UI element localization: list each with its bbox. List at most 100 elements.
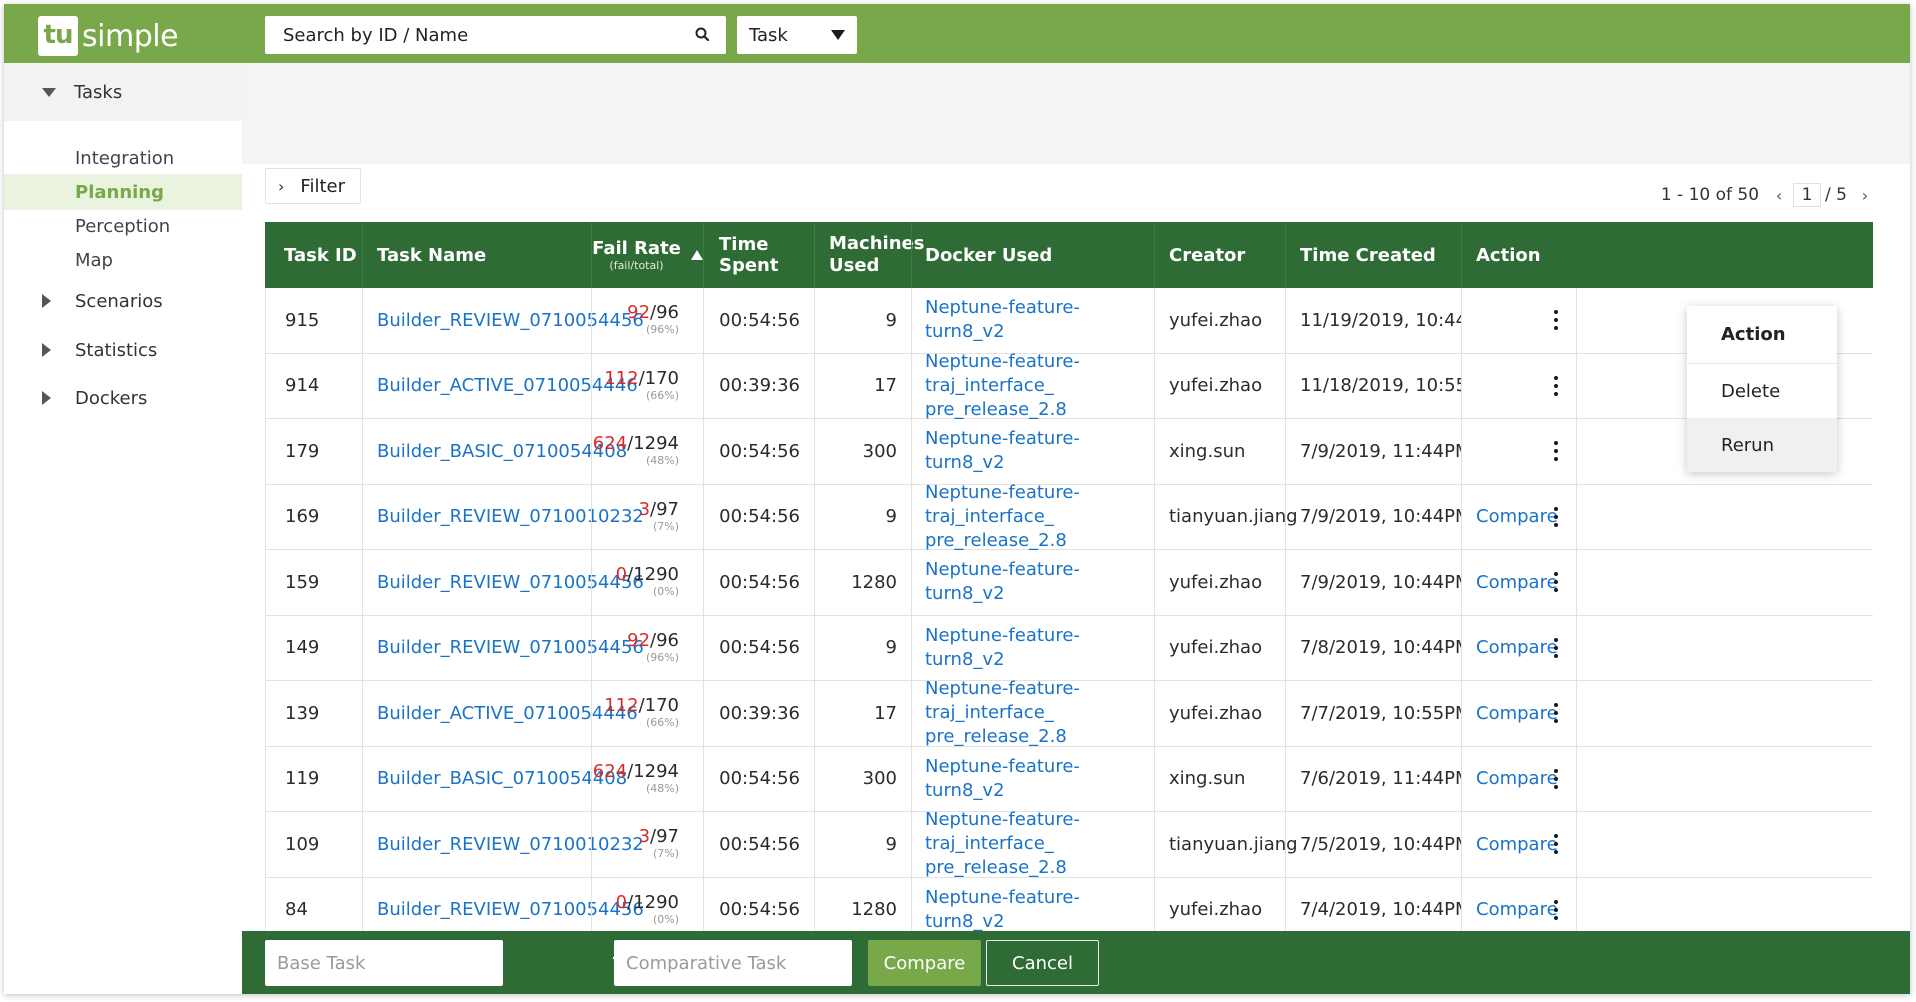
fail-percent: (7%) [652, 519, 679, 533]
fail-percent: (0%) [652, 912, 679, 926]
cell-time-spent: 00:54:56 [703, 419, 814, 484]
docker-link[interactable]: Neptune-feature-traj_interface_ pre_relea… [925, 808, 1154, 880]
type-select[interactable]: Task [737, 16, 857, 54]
table-row[interactable]: 139 Builder_ACTIVE_0710054446 112/170 (66%)… [265, 678, 1873, 747]
cell-time-spent: 00:54:56 [703, 288, 814, 353]
kebab-icon[interactable] [1554, 703, 1558, 724]
table-row[interactable]: 169 Builder_REVIEW_0710010232 3/97 (7%) 00:5… [265, 482, 1873, 551]
creator: yufei.zhao [1169, 899, 1263, 921]
total-count: /1294 [627, 433, 679, 455]
cell-fail-rate: 3/97 (7%) [591, 812, 703, 877]
docker-link[interactable]: Neptune-feature-turn8_v2 [925, 558, 1154, 606]
cell-docker: Neptune-feature-turn8_v2 [911, 288, 1154, 353]
compare-link[interactable]: Compare [1476, 768, 1558, 789]
chevron-right-icon[interactable]: › [1857, 186, 1873, 205]
col-fail-rate[interactable]: Fail Rate (fail/total) [591, 222, 703, 288]
cell-time-spent: 00:54:56 [703, 812, 814, 877]
table-row[interactable]: 179 Builder_BASIC_0710054408 624/1294 (48%)… [265, 419, 1873, 485]
cancel-button[interactable]: Cancel [986, 940, 1099, 986]
compare-link[interactable]: Compare [1476, 637, 1558, 658]
sidebar-item-perception[interactable]: Perception [4, 208, 242, 244]
compare-link[interactable]: Compare [1476, 703, 1558, 724]
task-id: 139 [285, 702, 320, 724]
creator: yufei.zhao [1169, 309, 1263, 331]
kebab-icon[interactable] [1554, 768, 1558, 789]
table-row[interactable]: 149 Builder_REVIEW_0710054456 92/96 (96%) 00… [265, 615, 1873, 681]
kebab-icon[interactable] [1554, 441, 1558, 462]
kebab-icon[interactable] [1554, 506, 1558, 527]
cell-fail-rate: 0/1290 (0%) [591, 550, 703, 615]
time-created: 7/9/2019, 10:44PM [1300, 571, 1461, 593]
total-count: /1290 [627, 891, 679, 913]
table-row[interactable]: 914 Builder_ACTIVE_0710054446 112/170 (66%)… [265, 351, 1873, 420]
search-input[interactable]: Search by ID / Name [265, 16, 726, 54]
time-spent: 00:54:56 [719, 899, 800, 921]
compare-link[interactable]: Compare [1476, 506, 1558, 527]
compare-link[interactable]: Compare [1476, 899, 1558, 920]
sidebar-group-tasks[interactable]: Tasks [4, 63, 242, 121]
action-menu-delete[interactable]: Delete [1687, 364, 1837, 418]
total-count: /170 [638, 367, 679, 389]
caret-right-icon [42, 294, 51, 308]
cell-action: Compare [1461, 484, 1577, 549]
table-row[interactable]: 109 Builder_REVIEW_0710010232 3/97 (7%) 00:5… [265, 809, 1873, 878]
docker-link[interactable]: Neptune-feature-turn8_v2 [925, 624, 1154, 672]
logo[interactable]: tu simple [38, 16, 179, 56]
col-creator[interactable]: Creator [1154, 222, 1285, 288]
col-machines-used[interactable]: Machines Used [814, 222, 924, 288]
cell-machines: 9 [814, 812, 911, 877]
kebab-icon[interactable] [1554, 899, 1558, 920]
cell-time-spent: 00:39:36 [703, 353, 814, 418]
kebab-icon[interactable] [1554, 375, 1558, 396]
table-row[interactable]: 915 Builder_REVIEW_0710054456 92/96 (96%) 00… [265, 288, 1873, 354]
fail-rate: 624/1294 (48%) [592, 434, 703, 468]
cell-action [1461, 288, 1577, 353]
chevron-left-icon[interactable]: ‹ [1771, 186, 1787, 205]
action-menu-rerun[interactable]: Rerun [1687, 418, 1837, 472]
search-icon[interactable] [694, 26, 712, 44]
task-id: 159 [285, 571, 320, 593]
docker-link[interactable]: Neptune-feature-turn8_v2 [925, 886, 1154, 934]
creator: yufei.zhao [1169, 375, 1263, 397]
task-id: 149 [285, 637, 320, 659]
base-task-input[interactable]: Base Task [265, 940, 503, 986]
compare-link[interactable]: Compare [1476, 834, 1558, 855]
kebab-icon[interactable] [1554, 572, 1558, 593]
kebab-icon[interactable] [1554, 834, 1558, 855]
col-time-spent[interactable]: Time Spent [703, 222, 814, 288]
task-name-link[interactable]: Builder_BASIC_0710054408 [377, 768, 627, 789]
docker-link[interactable]: Neptune-feature-turn8_v2 [925, 296, 1154, 344]
kebab-icon[interactable] [1554, 637, 1558, 658]
col-docker-used[interactable]: Docker Used [911, 222, 1154, 288]
docker-link[interactable]: Neptune-feature-turn8_v2 [925, 755, 1154, 803]
cell-task-name: Builder_ACTIVE_0710054446 [362, 353, 638, 418]
col-task-name[interactable]: Task Name [362, 222, 591, 288]
docker-link[interactable]: Neptune-feature-turn8_v2 [925, 427, 1154, 475]
col-time-created[interactable]: Time Created [1285, 222, 1461, 288]
sidebar-group-dockers[interactable]: Dockers [4, 369, 242, 427]
table-row[interactable]: 119 Builder_BASIC_0710054408 624/1294 (48%)… [265, 746, 1873, 812]
creator: xing.sun [1169, 768, 1246, 790]
compare-button[interactable]: Compare [868, 940, 981, 986]
sidebar-item-planning[interactable]: Planning [4, 174, 242, 210]
comparative-task-input[interactable]: Comparative Task [614, 940, 852, 986]
kebab-icon[interactable] [1554, 310, 1558, 331]
fail-count: 624 [592, 760, 628, 782]
total-count: /96 [650, 629, 679, 651]
compare-link[interactable]: Compare [1476, 572, 1558, 593]
task-name-link[interactable]: Builder_BASIC_0710054408 [377, 441, 627, 462]
sidebar-item-integration[interactable]: Integration [4, 140, 242, 176]
docker-link[interactable]: Neptune-feature-traj_interface_ pre_relea… [925, 677, 1154, 749]
table-row[interactable]: 159 Builder_REVIEW_0710054456 0/1290 (0%) 00… [265, 550, 1873, 616]
cell-task-id: 179 [265, 419, 362, 484]
filter-button[interactable]: › Filter [265, 168, 361, 204]
docker-link[interactable]: Neptune-feature-traj_interface_ pre_relea… [925, 350, 1154, 422]
cell-machines: 9 [814, 288, 911, 353]
sort-up-icon[interactable] [690, 250, 703, 260]
page-number-input[interactable]: 1 [1793, 183, 1822, 207]
cell-time-created: 11/18/2019, 10:55 [1285, 353, 1461, 418]
col-task-id[interactable]: Task ID [265, 222, 362, 288]
cell-fail-rate: 3/97 (7%) [591, 484, 703, 549]
docker-link[interactable]: Neptune-feature-traj_interface_ pre_relea… [925, 481, 1154, 553]
fail-count: 92 [627, 302, 651, 324]
